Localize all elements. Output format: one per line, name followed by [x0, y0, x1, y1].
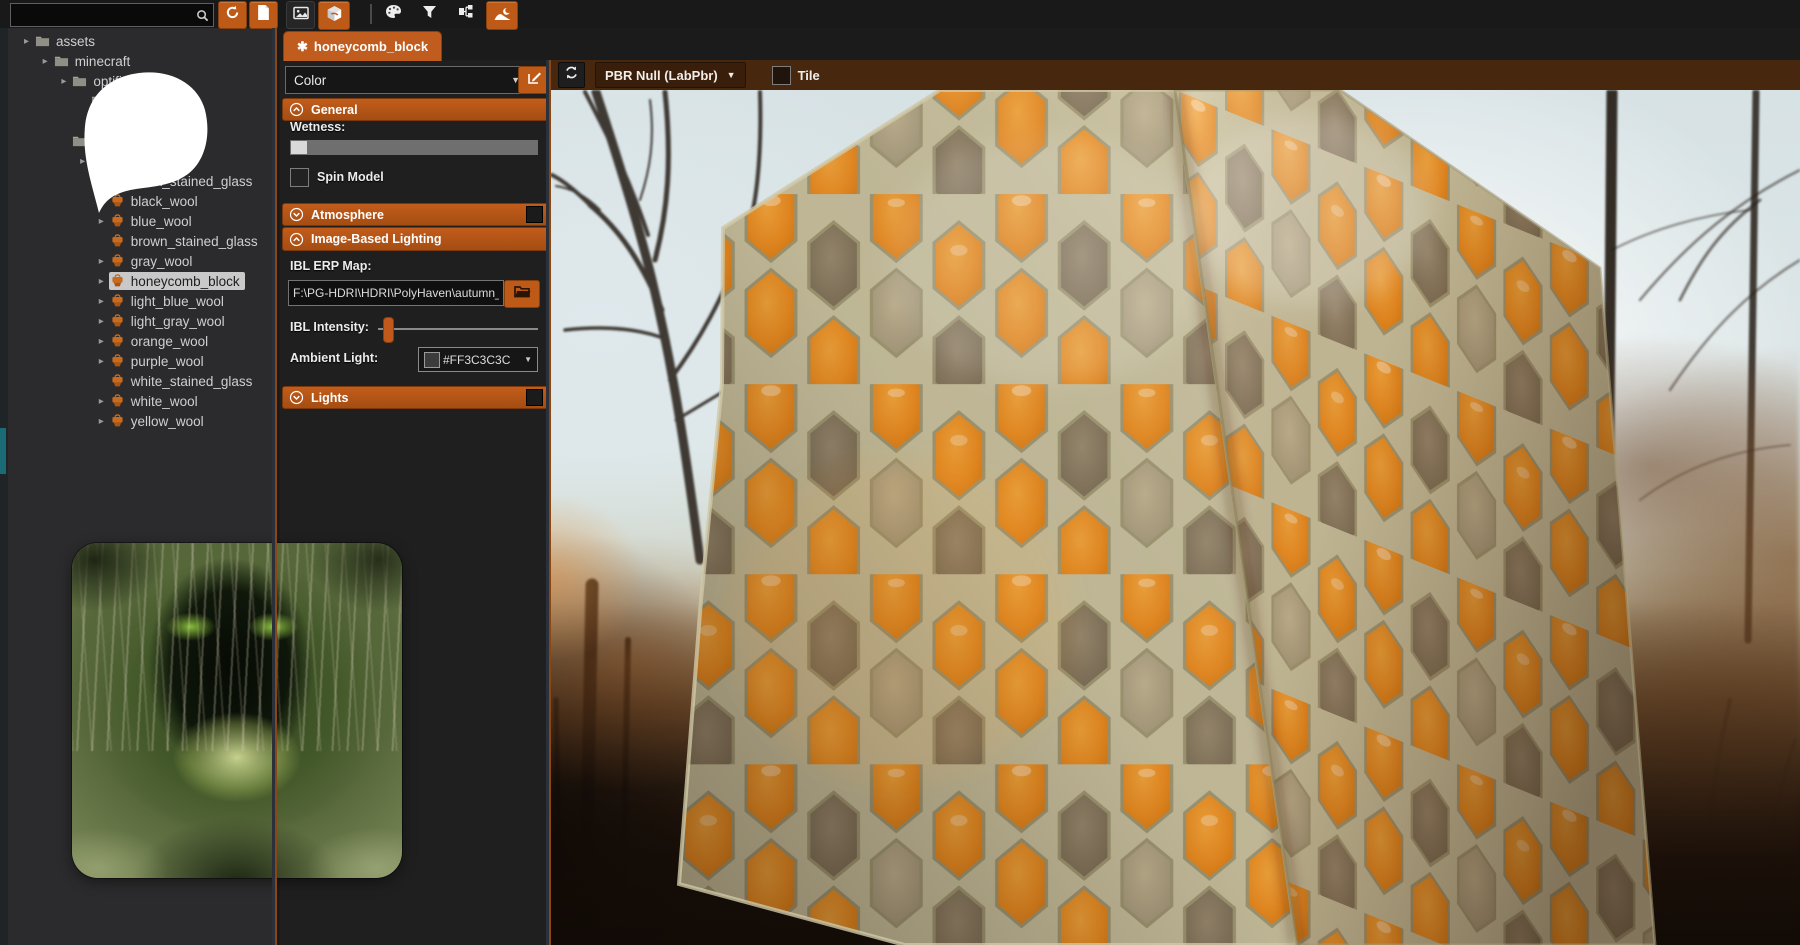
block-icon [110, 354, 126, 369]
tree-item-light_blue_wool[interactable]: ▸ light_blue_wool [8, 291, 272, 311]
lights-enable-checkbox[interactable] [526, 389, 543, 406]
panel-divider-left[interactable] [272, 28, 279, 945]
map-type-dropdown[interactable]: Color ▼ [285, 66, 529, 94]
viewport-refresh-button[interactable] [558, 62, 585, 88]
model-view-button[interactable] [318, 1, 350, 30]
tree-item-purple_wool[interactable]: ▸ purple_wool [8, 351, 272, 371]
nodes-icon [458, 4, 474, 24]
ibl-intensity-label: IBL Intensity: [290, 320, 369, 334]
tile-label: Tile [798, 68, 820, 83]
unsaved-marker: ✱ [297, 39, 308, 55]
section-title: Image-Based Lighting [311, 232, 442, 246]
chevron-down-icon: ▼ [524, 355, 532, 364]
ambient-color-value: #FF3C3C3C [443, 353, 510, 367]
chevron-up-circle-icon [289, 232, 304, 247]
moon-hill-icon [494, 6, 511, 26]
ibl-erp-map-label: IBL ERP Map: [290, 259, 372, 273]
tree-item-brown_stained_glass[interactable]: brown_stained_glass [8, 231, 272, 251]
chevron-up-circle-icon [289, 102, 304, 117]
environment-button[interactable] [486, 1, 518, 30]
tree-item-orange_wool[interactable]: ▸ orange_wool [8, 331, 272, 351]
chevron-right-icon[interactable]: ▸ [96, 316, 107, 327]
block-icon [110, 334, 126, 349]
tab-honeycomb-block[interactable]: ✱ honeycomb_block [283, 31, 442, 61]
tab-label: honeycomb_block [314, 39, 428, 54]
ambient-light-combo[interactable]: #FF3C3C3C ▼ [418, 347, 538, 372]
refresh-icon [564, 65, 579, 85]
chevron-right-icon[interactable]: ▸ [96, 396, 107, 407]
filter-button[interactable] [416, 1, 443, 27]
block-icon [110, 234, 126, 249]
palette-button[interactable] [380, 1, 407, 27]
block-icon [110, 254, 126, 269]
nodes-button[interactable] [452, 1, 479, 27]
tile-checkbox[interactable] [772, 66, 791, 85]
face-overlay-image [72, 543, 402, 878]
tree-item-gray_wool[interactable]: ▸ gray_wool [8, 251, 272, 271]
shading-mode-value: PBR Null (LabPbr) [605, 68, 718, 83]
block-icon [110, 294, 126, 309]
tree-item-yellow_wool[interactable]: ▸ yellow_wool [8, 411, 272, 431]
edit-pencil-icon [527, 70, 542, 90]
tree-item-white_wool[interactable]: ▸ white_wool [8, 391, 272, 411]
honeycomb-cube [550, 90, 1800, 945]
wetness-label: Wetness: [290, 120, 345, 134]
toolbar-separator [370, 4, 372, 24]
ibl-intensity-slider-thumb[interactable] [383, 317, 394, 343]
block-icon [110, 314, 126, 329]
viewport-toolbar: PBR Null (LabPbr) ▼ Tile [550, 60, 1800, 90]
block-icon [110, 414, 126, 429]
shading-mode-dropdown[interactable]: PBR Null (LabPbr) ▼ [595, 62, 746, 88]
teal-scroll-marker[interactable] [0, 428, 6, 474]
ibl-erp-map-input[interactable] [288, 280, 504, 306]
spin-model-checkbox[interactable] [290, 168, 309, 187]
tree-item-honeycomb_block[interactable]: ▸ honeycomb_block [8, 271, 272, 291]
image-icon [293, 6, 309, 25]
chevron-right-icon[interactable]: ▸ [96, 416, 107, 427]
ambient-color-swatch [424, 352, 440, 368]
chevron-down-icon: ▼ [727, 70, 736, 80]
wetness-slider-thumb[interactable] [291, 141, 307, 154]
map-type-value: Color [294, 73, 326, 88]
ibl-intensity-slider[interactable] [378, 328, 538, 330]
white-blob-overlay [0, 0, 260, 230]
section-title: Lights [311, 391, 349, 405]
chevron-right-icon[interactable]: ▸ [96, 256, 107, 267]
tree-item-light_gray_wool[interactable]: ▸ light_gray_wool [8, 311, 272, 331]
section-title: Atmosphere [311, 208, 384, 222]
chevron-right-icon[interactable]: ▸ [96, 276, 107, 287]
chevron-right-icon[interactable]: ▸ [96, 356, 107, 367]
tree-item-white_stained_glass[interactable]: white_stained_glass [8, 371, 272, 391]
palette-icon [385, 4, 402, 24]
browse-erp-map-button[interactable] [504, 280, 540, 308]
chevron-right-icon[interactable]: ▸ [96, 296, 107, 307]
ambient-light-label: Ambient Light: [290, 351, 378, 365]
texture-view-button[interactable] [286, 1, 315, 29]
block-icon [110, 374, 126, 389]
chevron-down-circle-icon [289, 207, 304, 222]
atmosphere-enable-checkbox[interactable] [526, 206, 543, 223]
funnel-icon [422, 5, 437, 24]
chevron-right-icon[interactable]: ▸ [96, 336, 107, 347]
block-icon [110, 394, 126, 409]
panel-divider-right[interactable] [546, 60, 553, 945]
viewport-canvas[interactable] [550, 90, 1800, 945]
cube-icon [326, 5, 343, 27]
section-header-atmosphere[interactable]: Atmosphere [282, 203, 550, 226]
spin-model-label: Spin Model [317, 170, 384, 184]
app-window: ▸ assets ▸ minecraft ▸ optifine [0, 0, 1800, 945]
section-title: General [311, 103, 358, 117]
section-header-ibl[interactable]: Image-Based Lighting [282, 227, 550, 251]
chevron-down-circle-icon [289, 390, 304, 405]
section-header-general[interactable]: General [282, 98, 550, 121]
block-icon [110, 274, 126, 289]
wetness-slider[interactable] [290, 140, 538, 155]
section-header-lights[interactable]: Lights [282, 386, 550, 409]
folder-open-icon [514, 285, 531, 303]
